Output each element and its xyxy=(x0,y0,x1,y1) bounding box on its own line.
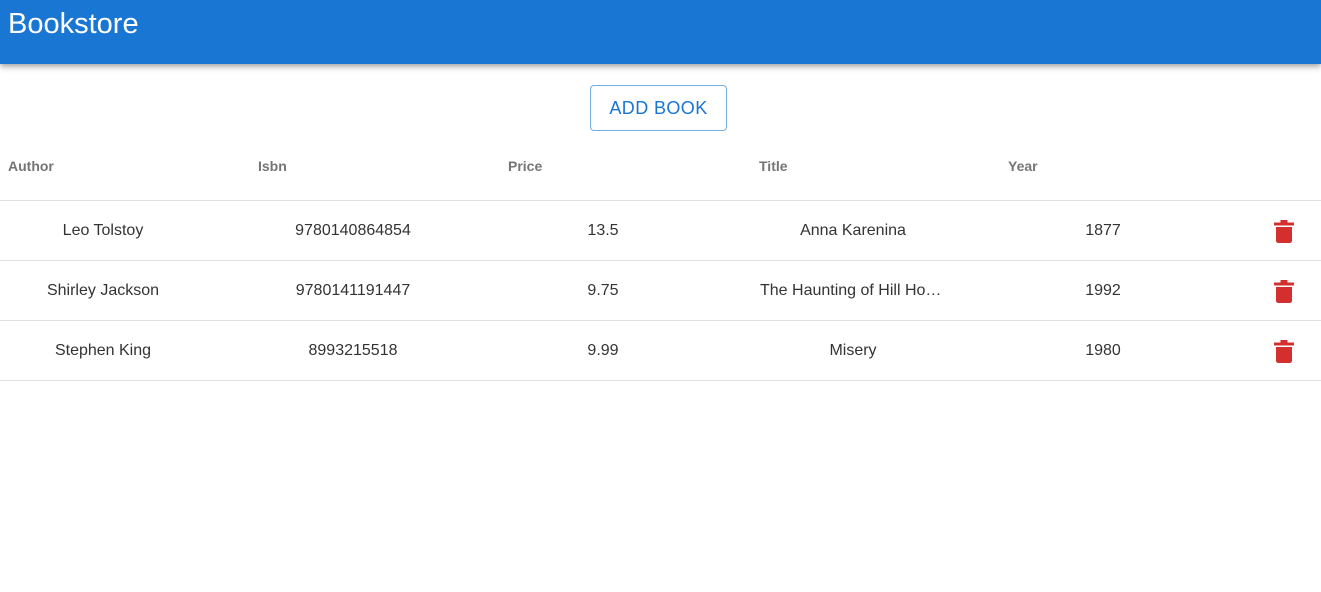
title-text: The Haunting of Hill House xyxy=(760,282,946,299)
year-cell: 1980 xyxy=(1085,342,1121,359)
trash-icon xyxy=(1274,219,1294,243)
title-text: Misery xyxy=(829,342,877,359)
delete-button[interactable] xyxy=(1264,261,1304,321)
delete-button[interactable] xyxy=(1264,321,1304,381)
author-cell: Leo Tolstoy xyxy=(62,222,144,239)
table-row: Stephen King 8993215518 9.99 Misery 1980 xyxy=(0,321,1321,381)
column-header-price[interactable]: Price xyxy=(508,158,542,174)
column-header-author[interactable]: Author xyxy=(8,158,54,174)
delete-button[interactable] xyxy=(1264,201,1304,261)
year-cell: 1992 xyxy=(1085,282,1121,299)
isbn-cell: 9780140864854 xyxy=(295,222,411,239)
books-table: Author Isbn Price Title Year Leo Tolstoy… xyxy=(0,141,1321,381)
title-cell: Anna Karenina xyxy=(753,201,953,261)
author-cell: Shirley Jackson xyxy=(46,282,160,299)
title-text: Anna Karenina xyxy=(800,222,906,239)
table-header-row: Author Isbn Price Title Year xyxy=(0,141,1321,201)
year-cell: 1877 xyxy=(1085,222,1121,239)
column-header-isbn[interactable]: Isbn xyxy=(258,158,287,174)
add-book-button[interactable]: ADD BOOK xyxy=(590,85,727,131)
trash-icon xyxy=(1274,279,1294,303)
table-row: Leo Tolstoy 9780140864854 13.5 Anna Kare… xyxy=(0,201,1321,261)
table-row: Shirley Jackson 9780141191447 9.75 The H… xyxy=(0,261,1321,321)
app-bar: Bookstore xyxy=(0,0,1321,64)
price-cell: 9.99 xyxy=(587,342,619,359)
trash-icon xyxy=(1274,339,1294,363)
price-cell: 9.75 xyxy=(587,282,619,299)
app-title: Bookstore xyxy=(8,8,139,40)
column-header-year[interactable]: Year xyxy=(1008,158,1038,174)
author-cell: Stephen King xyxy=(54,342,152,359)
isbn-cell: 8993215518 xyxy=(308,342,398,359)
isbn-cell: 9780141191447 xyxy=(295,282,411,299)
column-header-title[interactable]: Title xyxy=(759,158,788,174)
title-cell: Misery xyxy=(753,321,953,381)
price-cell: 13.5 xyxy=(587,222,619,239)
title-cell: The Haunting of Hill House xyxy=(753,261,953,321)
